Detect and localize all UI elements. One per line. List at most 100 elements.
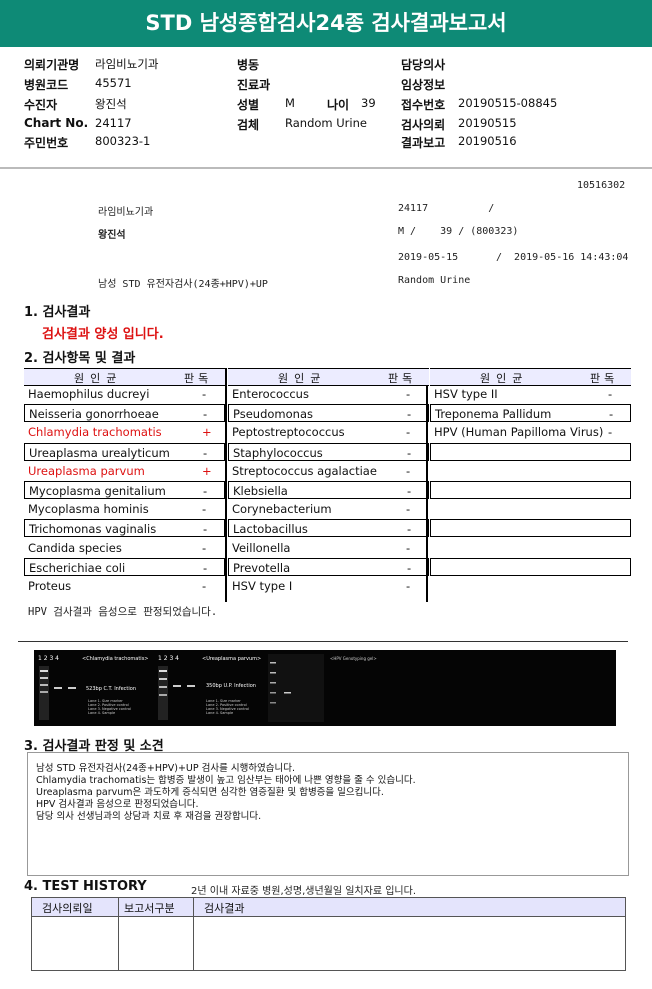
chart-value: 24117 [95, 116, 132, 130]
organism-name: Proteus [28, 579, 72, 593]
organism-name: Prevotella [233, 560, 291, 575]
sex-value: M [285, 96, 295, 110]
organism-row: Streptococcus agalactiae - [228, 462, 429, 481]
gel-lane-numbers: 1 2 3 4 [158, 655, 179, 662]
organism-name: Veillonella [232, 540, 291, 555]
results-column: 원인균 판독 Haemophilus ducreyi - Neisseria gonor… [24, 368, 225, 602]
info-date-from: 2019-05-15 [398, 252, 459, 263]
organism-result: - [203, 560, 208, 575]
column-header: 원인균 판독 [24, 368, 225, 386]
code-value: 45571 [95, 76, 132, 90]
specimen-value: Random Urine [285, 116, 367, 130]
organism-result: - [609, 407, 614, 422]
organism-result: - [202, 540, 207, 555]
organism-name: Corynebacterium [232, 502, 332, 517]
column-header-result: 판독 [388, 372, 417, 385]
organism-result: - [407, 445, 412, 460]
chart-label: Chart No. [24, 116, 89, 130]
gel-panel1-title: <Chlamydia trachomatis> [82, 656, 148, 662]
organism-result: - [406, 502, 411, 517]
organism-name: Mycoplasma hominis [28, 502, 149, 517]
history-table-header: 검사의뢰일 보고서구분 검사결과 [32, 898, 625, 917]
organism-result: - [407, 407, 412, 422]
organism-result: - [406, 425, 411, 440]
organism-result: + [202, 425, 212, 440]
history-table: 검사의뢰일 보고서구분 검사결과 [31, 897, 626, 971]
organism-row: Ureaplasma urealyticum - [24, 442, 225, 461]
grid-divider [225, 368, 227, 602]
organism-row: Proteus - [24, 577, 225, 596]
organism-result: - [406, 579, 411, 593]
reported-value: 20190516 [458, 134, 517, 148]
history-col-date: 검사의뢰일 [42, 902, 93, 915]
organism-result: - [608, 425, 613, 440]
organism-row: HSV type I - [228, 577, 429, 596]
findings-box: 남성 STD 유전자검사(24종+HPV)+UP 검사를 시행하였습니다. Ch… [27, 752, 629, 876]
organism-result: - [407, 484, 412, 498]
organism-row: Prevotella - [228, 557, 429, 576]
organism-row: Veillonella - [228, 539, 429, 558]
reported-label: 결과보고 [401, 136, 446, 150]
organism-name: HSV type I [232, 579, 293, 593]
organism-name: Haemophilus ducreyi [28, 387, 150, 401]
organism-result: - [202, 579, 207, 593]
organism-name: Treponema Pallidum [435, 407, 552, 422]
organism-result: - [203, 522, 208, 537]
history-col-divider [118, 898, 119, 970]
requested-value: 20190515 [458, 116, 517, 130]
organism-result: - [406, 387, 411, 401]
history-note: 2년 이내 자료중 병원,성명,생년월일 일치자료 입니다. [191, 886, 416, 897]
accession-label: 접수번호 [401, 98, 446, 112]
column-header-result: 판독 [184, 372, 213, 385]
info-sex-age: M / 39 / (800323) [398, 226, 519, 237]
age-label: 나이 [327, 98, 350, 112]
finding-line: 담당 의사 선생님과의 상담과 치료 후 재검을 권장합니다. [36, 811, 262, 822]
organism-result: - [406, 463, 411, 478]
doc-number: 10516302 [577, 180, 626, 191]
age-value: 39 [361, 96, 376, 110]
gel-legend-4: Lane 4. Sample [206, 711, 233, 715]
organism-name: Candida species [28, 540, 122, 555]
organism-name: HPV (Human Papilloma Virus) [434, 425, 604, 440]
section1-title: 1. 검사결과 [24, 305, 91, 320]
organism-row: Corynebacterium - [228, 500, 429, 519]
organism-row: Peptostreptococcus - [228, 423, 429, 442]
results-column: 원인균 판독 HSV type II - Treponema Pallidum - HPV … [430, 368, 631, 602]
organism-name: Chlamydia trachomatis [28, 425, 162, 440]
organism-result: + [202, 463, 212, 478]
organism-name: Lactobacillus [233, 522, 308, 537]
org-value: 라임비뇨기과 [95, 57, 159, 71]
header-divider [0, 167, 652, 169]
organism-name: Enterococcus [232, 387, 309, 401]
gel-legend-4: Lane 4. Sample [88, 711, 115, 715]
organism-result: - [608, 387, 613, 401]
organism-name: Ureaplasma parvum [28, 463, 145, 478]
section4-title: 4. TEST HISTORY [24, 879, 147, 894]
id-label: 주민번호 [24, 136, 69, 150]
gel-lane-numbers: 1 2 3 4 [38, 655, 59, 662]
organism-name: Trichomonas vaginalis [29, 522, 157, 537]
column-header-organism: 원인균 [74, 372, 123, 385]
organism-result: - [203, 484, 208, 498]
gel-panel2-title: <Ureaplasma parvum> [202, 656, 261, 662]
requested-label: 검사의뢰 [401, 118, 446, 132]
column-header: 원인균 판독 [430, 368, 631, 386]
patient-label: 수진자 [24, 98, 58, 112]
ward-label: 병동 [237, 58, 260, 72]
organism-row [430, 442, 631, 461]
results-column: 원인균 판독 Enterococcus - Pseudomonas - Peptostrep… [228, 368, 429, 602]
organism-row: Treponema Pallidum - [430, 404, 631, 423]
info-specimen: Random Urine [398, 275, 471, 286]
organism-row: HSV type II - [430, 385, 631, 404]
organism-result: - [203, 445, 208, 460]
organism-name: Klebsiella [233, 484, 288, 498]
column-header-result: 판독 [590, 372, 619, 385]
organism-row [430, 577, 631, 596]
dept-label: 진료과 [237, 78, 271, 92]
organism-row: HPV (Human Papilloma Virus) - [430, 423, 631, 442]
organism-result: - [202, 387, 207, 401]
organism-row: Candida species - [24, 539, 225, 558]
results-grid: 원인균 판독 Haemophilus ducreyi - Neisseria gonor… [24, 368, 631, 602]
organism-row [430, 500, 631, 519]
organism-row [430, 519, 631, 538]
